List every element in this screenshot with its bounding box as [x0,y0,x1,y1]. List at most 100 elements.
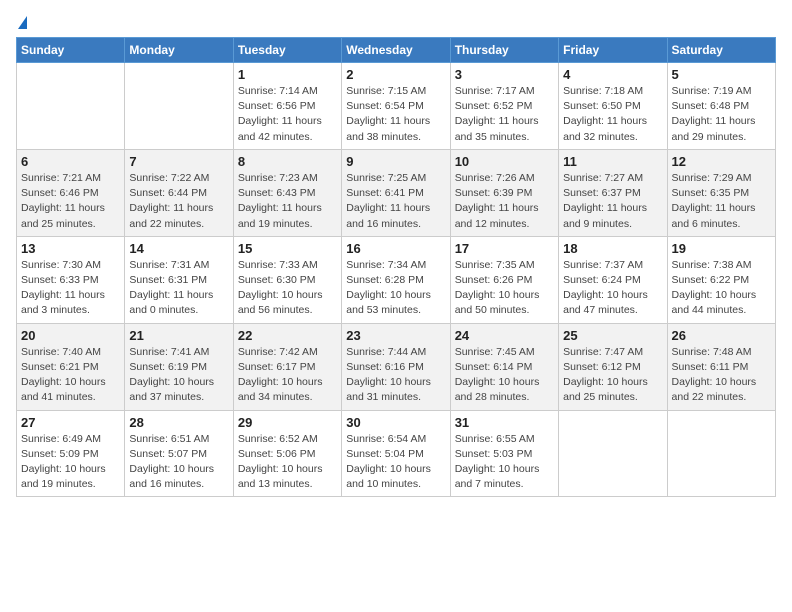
day-number: 22 [238,328,337,343]
calendar-day-cell: 25Sunrise: 7:47 AM Sunset: 6:12 PM Dayli… [559,323,667,410]
day-info: Sunrise: 7:27 AM Sunset: 6:37 PM Dayligh… [563,171,662,232]
calendar-day-cell: 30 Sunrise: 6:54 AM Sunset: 5:04 PM Dayli… [342,410,450,497]
calendar-week-row: 1Sunrise: 7:14 AM Sunset: 6:56 PM Daylig… [17,63,776,150]
day-of-week-header: Monday [125,38,233,63]
day-info: Sunrise: 7:47 AM Sunset: 6:12 PM Dayligh… [563,345,662,406]
calendar-day-cell: 12 Sunrise: 7:29 AM Sunset: 6:35 PM Dayli… [667,149,775,236]
day-info: Sunrise: 7:14 AM Sunset: 6:56 PM Dayligh… [238,84,337,145]
calendar-day-cell: 15 Sunrise: 7:33 AM Sunset: 6:30 PM Dayli… [233,236,341,323]
calendar-day-cell: 29 Sunrise: 6:52 AM Sunset: 5:06 PM Dayli… [233,410,341,497]
calendar-day-cell: 16 Sunrise: 7:34 AM Sunset: 6:28 PM Dayli… [342,236,450,323]
day-info: Sunrise: 7:40 AM Sunset: 6:21 PM Dayligh… [21,345,120,406]
day-info: Sunrise: 7:33 AM Sunset: 6:30 PM Dayligh… [238,258,337,319]
calendar-day-cell: 23Sunrise: 7:44 AM Sunset: 6:16 PM Dayli… [342,323,450,410]
logo-triangle-icon [18,16,27,29]
day-number: 4 [563,67,662,82]
day-info: Sunrise: 7:31 AM Sunset: 6:31 PM Dayligh… [129,258,228,319]
day-info: Sunrise: 6:55 AM Sunset: 5:03 PM Dayligh… [455,432,554,493]
day-of-week-header: Friday [559,38,667,63]
calendar-day-cell: 10 Sunrise: 7:26 AM Sunset: 6:39 PM Dayli… [450,149,558,236]
calendar-day-cell [17,63,125,150]
calendar-day-cell: 27 Sunrise: 6:49 AM Sunset: 5:09 PM Dayli… [17,410,125,497]
day-info: Sunrise: 7:48 AM Sunset: 6:11 PM Dayligh… [672,345,771,406]
day-number: 17 [455,241,554,256]
day-of-week-header: Tuesday [233,38,341,63]
calendar-day-cell [667,410,775,497]
day-info: Sunrise: 7:29 AM Sunset: 6:35 PM Dayligh… [672,171,771,232]
calendar-day-cell: 19 Sunrise: 7:38 AM Sunset: 6:22 PM Dayli… [667,236,775,323]
calendar-day-cell: 17Sunrise: 7:35 AM Sunset: 6:26 PM Dayli… [450,236,558,323]
day-info: Sunrise: 7:30 AM Sunset: 6:33 PM Dayligh… [21,258,120,319]
calendar-day-cell: 21 Sunrise: 7:41 AM Sunset: 6:19 PM Dayli… [125,323,233,410]
day-of-week-header: Wednesday [342,38,450,63]
day-info: Sunrise: 7:17 AM Sunset: 6:52 PM Dayligh… [455,84,554,145]
calendar-day-cell: 5Sunrise: 7:19 AM Sunset: 6:48 PM Daylig… [667,63,775,150]
day-number: 31 [455,415,554,430]
day-number: 11 [563,154,662,169]
calendar-day-cell: 11 Sunrise: 7:27 AM Sunset: 6:37 PM Dayli… [559,149,667,236]
calendar-day-cell: 7 Sunrise: 7:22 AM Sunset: 6:44 PM Daylig… [125,149,233,236]
day-info: Sunrise: 6:52 AM Sunset: 5:06 PM Dayligh… [238,432,337,493]
day-number: 24 [455,328,554,343]
day-number: 30 [346,415,445,430]
day-number: 12 [672,154,771,169]
day-number: 2 [346,67,445,82]
day-number: 14 [129,241,228,256]
day-info: Sunrise: 7:41 AM Sunset: 6:19 PM Dayligh… [129,345,228,406]
day-info: Sunrise: 7:15 AM Sunset: 6:54 PM Dayligh… [346,84,445,145]
day-number: 26 [672,328,771,343]
calendar-week-row: 6 Sunrise: 7:21 AM Sunset: 6:46 PM Daylig… [17,149,776,236]
day-number: 28 [129,415,228,430]
day-number: 16 [346,241,445,256]
day-info: Sunrise: 7:21 AM Sunset: 6:46 PM Dayligh… [21,171,120,232]
day-number: 9 [346,154,445,169]
calendar-table: SundayMondayTuesdayWednesdayThursdayFrid… [16,37,776,497]
calendar-day-cell: 1Sunrise: 7:14 AM Sunset: 6:56 PM Daylig… [233,63,341,150]
calendar-header-row: SundayMondayTuesdayWednesdayThursdayFrid… [17,38,776,63]
calendar-day-cell: 20Sunrise: 7:40 AM Sunset: 6:21 PM Dayli… [17,323,125,410]
calendar-day-cell: 9 Sunrise: 7:25 AM Sunset: 6:41 PM Daylig… [342,149,450,236]
page-header [16,16,776,27]
calendar-day-cell: 13Sunrise: 7:30 AM Sunset: 6:33 PM Dayli… [17,236,125,323]
day-info: Sunrise: 7:42 AM Sunset: 6:17 PM Dayligh… [238,345,337,406]
day-number: 5 [672,67,771,82]
day-info: Sunrise: 7:25 AM Sunset: 6:41 PM Dayligh… [346,171,445,232]
day-info: Sunrise: 7:45 AM Sunset: 6:14 PM Dayligh… [455,345,554,406]
day-info: Sunrise: 7:38 AM Sunset: 6:22 PM Dayligh… [672,258,771,319]
calendar-day-cell: 26 Sunrise: 7:48 AM Sunset: 6:11 PM Dayli… [667,323,775,410]
day-number: 18 [563,241,662,256]
day-info: Sunrise: 7:37 AM Sunset: 6:24 PM Dayligh… [563,258,662,319]
day-info: Sunrise: 7:26 AM Sunset: 6:39 PM Dayligh… [455,171,554,232]
calendar-week-row: 20Sunrise: 7:40 AM Sunset: 6:21 PM Dayli… [17,323,776,410]
day-number: 15 [238,241,337,256]
day-info: Sunrise: 7:34 AM Sunset: 6:28 PM Dayligh… [346,258,445,319]
day-info: Sunrise: 7:18 AM Sunset: 6:50 PM Dayligh… [563,84,662,145]
day-number: 21 [129,328,228,343]
calendar-day-cell: 2 Sunrise: 7:15 AM Sunset: 6:54 PM Daylig… [342,63,450,150]
day-number: 27 [21,415,120,430]
day-info: Sunrise: 7:22 AM Sunset: 6:44 PM Dayligh… [129,171,228,232]
day-number: 6 [21,154,120,169]
calendar-day-cell: 18 Sunrise: 7:37 AM Sunset: 6:24 PM Dayli… [559,236,667,323]
calendar-day-cell [559,410,667,497]
day-number: 10 [455,154,554,169]
calendar-day-cell [125,63,233,150]
calendar-day-cell: 4 Sunrise: 7:18 AM Sunset: 6:50 PM Daylig… [559,63,667,150]
calendar-day-cell: 24 Sunrise: 7:45 AM Sunset: 6:14 PM Dayli… [450,323,558,410]
day-number: 19 [672,241,771,256]
day-number: 7 [129,154,228,169]
day-number: 29 [238,415,337,430]
calendar-day-cell: 28Sunrise: 6:51 AM Sunset: 5:07 PM Dayli… [125,410,233,497]
calendar-day-cell: 6 Sunrise: 7:21 AM Sunset: 6:46 PM Daylig… [17,149,125,236]
day-info: Sunrise: 7:23 AM Sunset: 6:43 PM Dayligh… [238,171,337,232]
calendar-week-row: 27 Sunrise: 6:49 AM Sunset: 5:09 PM Dayli… [17,410,776,497]
logo [16,16,28,27]
day-info: Sunrise: 6:49 AM Sunset: 5:09 PM Dayligh… [21,432,120,493]
day-info: Sunrise: 6:54 AM Sunset: 5:04 PM Dayligh… [346,432,445,493]
calendar-day-cell: 31 Sunrise: 6:55 AM Sunset: 5:03 PM Dayli… [450,410,558,497]
calendar-week-row: 13Sunrise: 7:30 AM Sunset: 6:33 PM Dayli… [17,236,776,323]
day-number: 8 [238,154,337,169]
day-of-week-header: Saturday [667,38,775,63]
calendar-day-cell: 14 Sunrise: 7:31 AM Sunset: 6:31 PM Dayli… [125,236,233,323]
calendar-day-cell: 8 Sunrise: 7:23 AM Sunset: 6:43 PM Daylig… [233,149,341,236]
